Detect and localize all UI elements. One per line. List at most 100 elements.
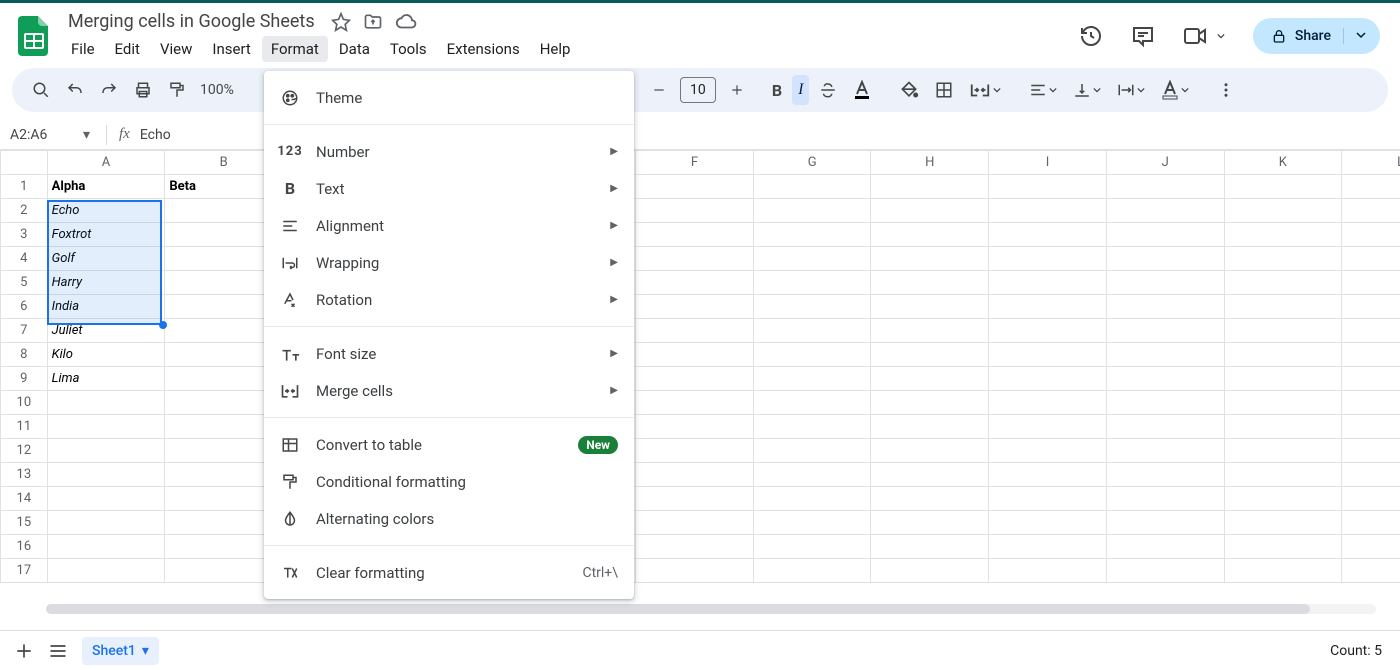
row-header[interactable]: 1 <box>1 175 48 199</box>
cell[interactable] <box>1106 247 1224 271</box>
cell[interactable] <box>1224 367 1342 391</box>
cell[interactable] <box>753 271 871 295</box>
cell[interactable] <box>989 319 1107 343</box>
cell[interactable] <box>636 487 754 511</box>
column-header[interactable]: A <box>47 151 165 175</box>
cell[interactable] <box>989 223 1107 247</box>
cell[interactable]: Juliet <box>47 319 165 343</box>
share-dropdown-icon[interactable] <box>1343 28 1366 44</box>
menu-item-theme[interactable]: Theme <box>264 79 634 116</box>
cell[interactable] <box>1106 175 1224 199</box>
cell[interactable] <box>1106 295 1224 319</box>
cell[interactable] <box>636 271 754 295</box>
cell[interactable] <box>871 175 989 199</box>
redo-icon[interactable] <box>94 75 124 105</box>
menu-item-clear-formatting[interactable]: Clear formattingCtrl+\ <box>264 554 634 591</box>
menu-data[interactable]: Data <box>330 36 379 62</box>
cell[interactable]: Echo <box>47 199 165 223</box>
menu-item-rotation[interactable]: Rotation▶ <box>264 281 634 318</box>
cell[interactable] <box>753 295 871 319</box>
row-header[interactable]: 10 <box>1 391 48 415</box>
cell[interactable] <box>1342 511 1400 535</box>
increase-font-icon[interactable] <box>724 77 750 103</box>
cell[interactable] <box>753 463 871 487</box>
cell[interactable] <box>636 295 754 319</box>
cell[interactable] <box>871 559 989 583</box>
cell[interactable] <box>1342 463 1400 487</box>
cell[interactable] <box>1342 535 1400 559</box>
menu-insert[interactable]: Insert <box>203 36 259 62</box>
cell[interactable] <box>989 343 1107 367</box>
document-title[interactable]: Merging cells in Google Sheets <box>64 9 319 34</box>
cell[interactable] <box>1106 463 1224 487</box>
cell[interactable] <box>989 487 1107 511</box>
cell[interactable] <box>989 415 1107 439</box>
selection-count[interactable]: Count: 5 <box>1330 643 1386 659</box>
cell[interactable] <box>1224 463 1342 487</box>
cell[interactable] <box>1106 535 1224 559</box>
cell[interactable] <box>1224 559 1342 583</box>
cell[interactable] <box>47 415 165 439</box>
strikethrough-icon[interactable] <box>813 75 843 105</box>
cell[interactable] <box>871 199 989 223</box>
cell[interactable] <box>1106 319 1224 343</box>
cell[interactable] <box>1106 391 1224 415</box>
cell[interactable] <box>1342 487 1400 511</box>
row-header[interactable]: 8 <box>1 343 48 367</box>
move-folder-icon[interactable] <box>363 12 383 32</box>
cell[interactable] <box>871 247 989 271</box>
cell[interactable] <box>1106 367 1224 391</box>
cell[interactable] <box>989 559 1107 583</box>
menu-edit[interactable]: Edit <box>106 36 149 62</box>
cell[interactable] <box>871 439 989 463</box>
cell[interactable] <box>47 559 165 583</box>
cell[interactable] <box>753 559 871 583</box>
zoom-select[interactable]: 100% <box>196 82 238 98</box>
h-align-icon[interactable] <box>1023 75 1063 105</box>
row-header[interactable]: 9 <box>1 367 48 391</box>
cell[interactable] <box>753 247 871 271</box>
cell[interactable]: Lima <box>47 367 165 391</box>
cell[interactable] <box>47 535 165 559</box>
cell[interactable] <box>871 223 989 247</box>
cell[interactable] <box>871 367 989 391</box>
cell[interactable] <box>753 223 871 247</box>
row-header[interactable]: 11 <box>1 415 48 439</box>
row-header[interactable]: 17 <box>1 559 48 583</box>
spreadsheet-grid[interactable]: ABCDEFGHIJKL 1AlphaBeta2Echo3Foxtrot4Gol… <box>0 150 1400 583</box>
column-header[interactable]: H <box>871 151 989 175</box>
cell[interactable] <box>1224 271 1342 295</box>
cell[interactable] <box>871 463 989 487</box>
column-header[interactable]: L <box>1342 151 1400 175</box>
cell[interactable] <box>871 415 989 439</box>
cell[interactable] <box>871 343 989 367</box>
cell[interactable] <box>753 343 871 367</box>
cell[interactable] <box>1224 415 1342 439</box>
cell[interactable] <box>1106 439 1224 463</box>
cell[interactable] <box>989 295 1107 319</box>
cell[interactable] <box>1106 487 1224 511</box>
cell[interactable] <box>871 535 989 559</box>
all-sheets-icon[interactable] <box>48 641 68 661</box>
cell[interactable] <box>1224 199 1342 223</box>
cell[interactable] <box>636 511 754 535</box>
cell[interactable] <box>636 199 754 223</box>
cell[interactable] <box>1342 223 1400 247</box>
cell[interactable] <box>753 391 871 415</box>
cell[interactable] <box>989 199 1107 223</box>
cell[interactable] <box>753 199 871 223</box>
cell[interactable] <box>47 439 165 463</box>
cell[interactable] <box>1224 295 1342 319</box>
v-align-icon[interactable] <box>1067 75 1107 105</box>
fill-color-icon[interactable] <box>893 74 925 106</box>
cell[interactable] <box>636 463 754 487</box>
cell[interactable] <box>1106 415 1224 439</box>
cell[interactable] <box>1342 295 1400 319</box>
cell[interactable] <box>1106 271 1224 295</box>
cell[interactable] <box>1106 223 1224 247</box>
merge-cells-icon[interactable] <box>963 75 1007 105</box>
menu-item-font-size[interactable]: Font size▶ <box>264 335 634 372</box>
cell[interactable] <box>636 223 754 247</box>
cell[interactable] <box>1224 247 1342 271</box>
name-box[interactable]: A2:A6 ▾ <box>0 120 100 149</box>
